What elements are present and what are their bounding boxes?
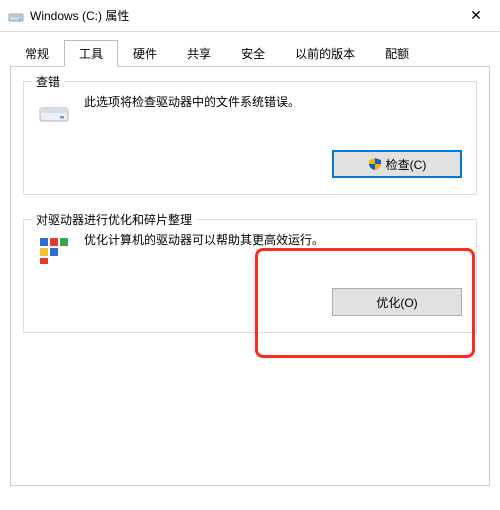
groupbox-error-checking: 查错 此选项将检查驱动器中的文件系统错误。 — [23, 81, 477, 195]
tab-security[interactable]: 安全 — [226, 40, 280, 66]
close-button[interactable]: ✕ — [456, 7, 496, 24]
tab-quota[interactable]: 配额 — [370, 40, 424, 66]
check-button[interactable]: 检查(C) — [332, 150, 462, 178]
button-label: 优化(O) — [376, 294, 417, 311]
tab-content-tools: 查错 此选项将检查驱动器中的文件系统错误。 — [10, 66, 490, 486]
disk-icon — [38, 96, 70, 128]
tab-hardware[interactable]: 硬件 — [118, 40, 172, 66]
button-label: 检查(C) — [386, 156, 427, 173]
group-label: 对驱动器进行优化和碎片整理 — [32, 211, 196, 228]
tab-general[interactable]: 常规 — [10, 40, 64, 66]
tab-label: 硬件 — [133, 47, 157, 61]
tab-label: 安全 — [241, 47, 265, 61]
groupbox-optimize: 对驱动器进行优化和碎片整理 优化计算机的驱动器可以帮助其更高效运行。 优化(O) — [23, 219, 477, 333]
optimize-description: 优化计算机的驱动器可以帮助其更高效运行。 — [84, 232, 462, 249]
window-title: Windows (C:) 属性 — [30, 7, 456, 24]
uac-shield-icon — [368, 157, 382, 171]
group-label: 查错 — [32, 73, 64, 90]
tab-label: 共享 — [187, 47, 211, 61]
tab-label: 工具 — [79, 47, 103, 61]
tabs-row: 常规 工具 硬件 共享 安全 以前的版本 配额 — [0, 32, 500, 66]
optimize-button[interactable]: 优化(O) — [332, 288, 462, 316]
tab-label: 以前的版本 — [295, 47, 355, 61]
defrag-icon — [38, 234, 70, 266]
check-description: 此选项将检查驱动器中的文件系统错误。 — [84, 94, 462, 111]
tab-previous-versions[interactable]: 以前的版本 — [280, 40, 370, 66]
drive-icon — [8, 8, 24, 24]
tab-label: 配额 — [385, 47, 409, 61]
tab-sharing[interactable]: 共享 — [172, 40, 226, 66]
tab-label: 常规 — [25, 47, 49, 61]
window-titlebar: Windows (C:) 属性 ✕ — [0, 0, 500, 32]
tab-tools[interactable]: 工具 — [64, 40, 118, 67]
